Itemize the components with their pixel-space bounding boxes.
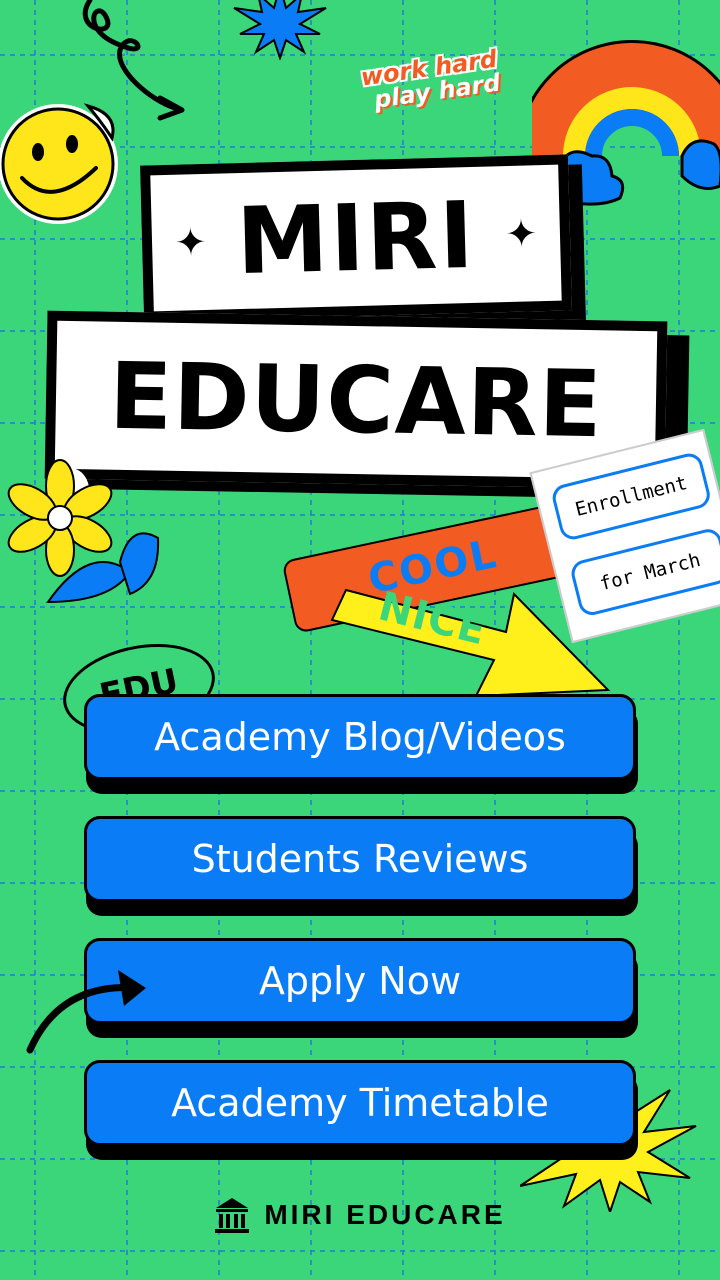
- smiley-icon: [0, 103, 118, 224]
- page-title-line1: MIRI: [235, 181, 477, 295]
- students-reviews-button[interactable]: Students Reviews: [84, 816, 636, 902]
- star-burst-icon: [233, 0, 327, 60]
- academy-timetable-button[interactable]: Academy Timetable: [84, 1060, 636, 1146]
- institution-icon: [215, 1198, 250, 1233]
- footer-brand: MIRI EDUCARE: [0, 1196, 720, 1234]
- enrollment-line2: for March: [568, 526, 720, 618]
- academy-blog-videos-button[interactable]: Academy Blog/Videos: [84, 694, 636, 780]
- apply-now-button[interactable]: Apply Now: [84, 938, 636, 1024]
- sparkle-icon: ✦: [174, 219, 208, 265]
- title-box-top: ✦ MIRI ✦: [140, 154, 572, 322]
- enrollment-line1: Enrollment: [549, 450, 713, 543]
- curved-arrow-icon: [26, 970, 146, 1054]
- sparkle-icon: ✦: [504, 211, 538, 257]
- footer-brand-label: MIRI EDUCARE: [264, 1199, 506, 1230]
- page-title-line2: EDUCARE: [108, 342, 604, 458]
- flower-icon: [7, 459, 160, 604]
